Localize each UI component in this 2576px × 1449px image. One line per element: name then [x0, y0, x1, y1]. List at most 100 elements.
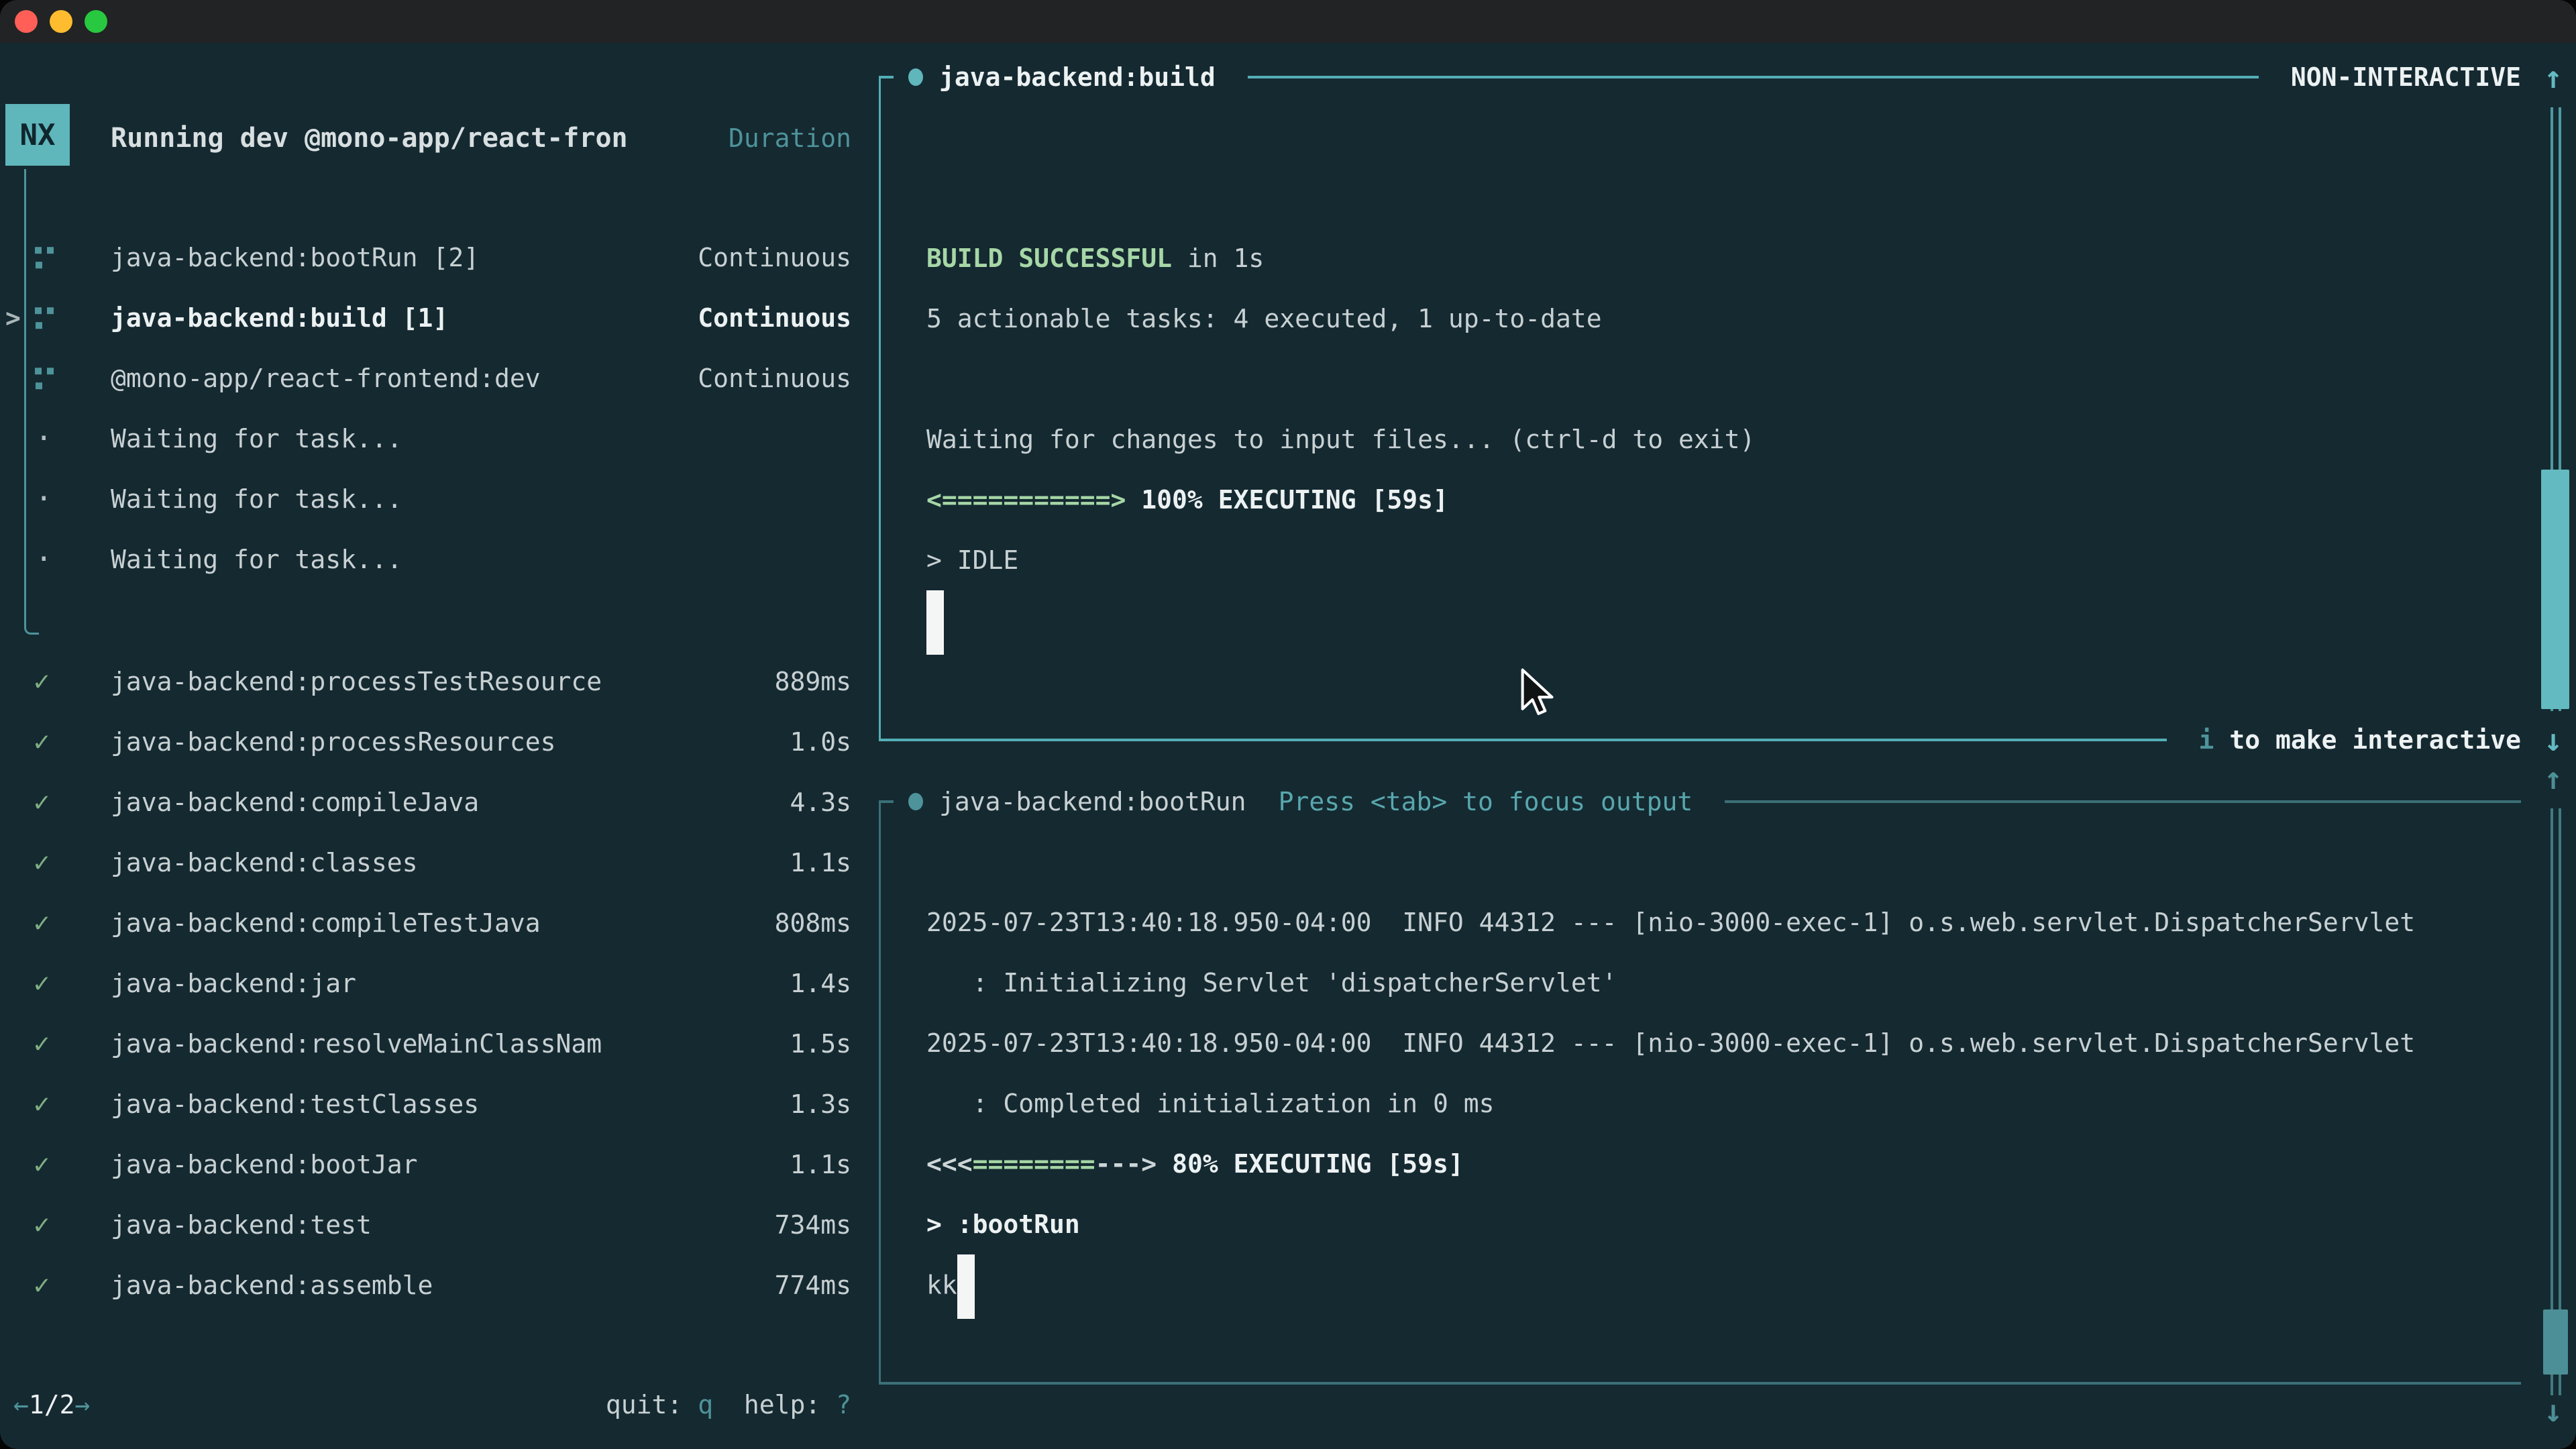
checkmark-icon: ✓ — [34, 666, 50, 697]
task-name: java-backend:classes — [111, 848, 790, 877]
log-line: : Completed initialization in 0 ms — [926, 1073, 2508, 1134]
build-pane-bottom-border: i to make interactive — [879, 724, 2521, 756]
build-result-line: BUILD SUCCESSFUL in 1s — [926, 228, 2508, 288]
running-task-row[interactable]: > java-backend:bootRun [2] Continuous — [0, 227, 872, 288]
sidebar-footer: ← 1/2 → quit: q help: ? — [0, 1375, 872, 1435]
scroll-down-icon[interactable]: ↓ — [2533, 1381, 2573, 1441]
window-titlebar[interactable] — [0, 0, 2576, 43]
running-task-row[interactable]: > java-backend:build [1] Continuous — [0, 288, 872, 348]
task-duration: 1.1s — [790, 1150, 851, 1179]
bootrun-pane-bottom-border — [879, 1367, 2521, 1399]
completed-task-row[interactable]: ✓ java-backend:classes 1.1s — [0, 833, 872, 893]
close-button[interactable] — [15, 10, 38, 33]
scroll-up-icon[interactable]: ↑ — [2533, 748, 2573, 808]
completed-task-row[interactable]: ✓ java-backend:compileTestJava 808ms — [0, 893, 872, 953]
completed-task-row[interactable]: ✓ java-backend:jar 1.4s — [0, 953, 872, 1014]
stdin-input-text: kk — [926, 1271, 957, 1300]
task-duration: Continuous — [698, 364, 851, 393]
blank-line — [926, 349, 2508, 409]
progress-bar-text: <===========> — [926, 485, 1126, 515]
duration-column-label: Duration — [729, 123, 851, 153]
checkmark-icon: ✓ — [34, 908, 50, 938]
minimize-button[interactable] — [50, 10, 72, 33]
progress-status-text: 80% EXECUTING [59s] — [1157, 1149, 1464, 1179]
page-next-icon[interactable]: → — [75, 1390, 91, 1419]
bootrun-pane-scrollbar-track[interactable] — [2551, 808, 2561, 1395]
waiting-dot-icon: · — [35, 425, 55, 451]
task-duration: 1.1s — [790, 848, 851, 877]
interactive-hint-key: i — [2199, 725, 2214, 755]
task-duration: 4.3s — [790, 788, 851, 817]
build-successful-text: BUILD SUCCESSFUL — [926, 244, 1172, 273]
checkmark-icon: ✓ — [34, 847, 50, 878]
progress-head-text: <<< — [926, 1149, 973, 1179]
task-duration: 889ms — [775, 667, 851, 696]
build-time-text: in 1s — [1172, 244, 1264, 273]
log-line: 2025-07-23T13:40:18.950-04:00 INFO 44312… — [926, 892, 2508, 953]
run-command-title: Running dev @mono-app/react-fron — [111, 123, 729, 154]
running-task-row[interactable]: > @mono-app/react-frontend:dev Continuou… — [0, 348, 872, 409]
checkmark-icon: ✓ — [34, 1028, 50, 1059]
spinner-icon — [35, 244, 55, 270]
completed-task-row[interactable]: ✓ java-backend:bootJar 1.1s — [0, 1134, 872, 1195]
task-status-dot-icon — [908, 793, 923, 810]
running-task-row[interactable]: > · Waiting for task... — [0, 409, 872, 469]
completed-task-row[interactable]: ✓ java-backend:test 734ms — [0, 1195, 872, 1255]
spinner-icon — [35, 364, 55, 391]
running-task-row[interactable]: > · Waiting for task... — [0, 469, 872, 529]
waiting-for-changes-line: Waiting for changes to input files... (c… — [926, 409, 2508, 470]
task-name: java-backend:test — [111, 1210, 775, 1240]
terminal-window: NX Running dev @mono-app/react-fron Dura… — [0, 0, 2576, 1449]
bootrun-pane-output: 2025-07-23T13:40:18.950-04:00 INFO 44312… — [926, 892, 2508, 1315]
checkmark-icon: ✓ — [34, 727, 50, 757]
checkmark-icon: ✓ — [34, 1210, 50, 1240]
bootrun-pane-scrollbar-thumb[interactable] — [2543, 1309, 2568, 1375]
completed-task-list: ✓ java-backend:processTestResource 889ms… — [0, 651, 872, 1316]
bootrun-output-pane[interactable]: java-backend:bootRun Press <tab> to focu… — [879, 802, 2521, 1383]
task-summary-line: 5 actionable tasks: 4 executed, 1 up-to-… — [926, 288, 2508, 349]
stdin-input-line: kk — [926, 1254, 2508, 1315]
checkmark-icon: ✓ — [34, 968, 50, 999]
checkmark-icon: ✓ — [34, 1270, 50, 1301]
spinner-icon — [35, 304, 55, 331]
task-name: java-backend:compileTestJava — [111, 908, 775, 938]
completed-task-row[interactable]: ✓ java-backend:compileJava 4.3s — [0, 772, 872, 833]
task-name: java-backend:assemble — [111, 1271, 775, 1300]
completed-task-row[interactable]: ✓ java-backend:assemble 774ms — [0, 1255, 872, 1316]
page-prev-icon[interactable]: ← — [13, 1390, 29, 1419]
progress-fill-text: ======== — [973, 1149, 1095, 1179]
running-task-list: > java-backend:bootRun [2] Continuous > … — [0, 227, 872, 590]
scroll-up-icon[interactable]: ↑ — [2533, 47, 2573, 107]
completed-task-row[interactable]: ✓ java-backend:resolveMainClassNam 1.5s — [0, 1014, 872, 1074]
task-name: java-backend:build [1] — [111, 303, 698, 333]
running-task-row[interactable]: > · Waiting for task... — [0, 529, 872, 590]
log-line: : Initializing Servlet 'dispatcherServle… — [926, 953, 2508, 1013]
gradle-progress-line: <<<========---> 80% EXECUTING [59s] — [926, 1134, 2508, 1194]
page-indicator: 1/2 — [29, 1390, 75, 1419]
checkmark-icon: ✓ — [34, 1089, 50, 1120]
log-line: 2025-07-23T13:40:18.950-04:00 INFO 44312… — [926, 1013, 2508, 1073]
task-name: java-backend:jar — [111, 969, 790, 998]
completed-task-row[interactable]: ✓ java-backend:processTestResource 889ms — [0, 651, 872, 712]
task-status-dot-icon — [908, 68, 923, 86]
build-pane-scrollbar-thumb[interactable] — [2541, 470, 2569, 709]
help-hint-label: help: — [713, 1390, 836, 1419]
task-duration: 808ms — [775, 908, 851, 938]
checkmark-icon: ✓ — [34, 787, 50, 818]
task-name: @mono-app/react-frontend:dev — [111, 364, 698, 393]
selected-chevron-icon: > — [5, 303, 21, 333]
zoom-button[interactable] — [85, 10, 107, 33]
task-duration: 1.5s — [790, 1029, 851, 1059]
completed-task-row[interactable]: ✓ java-backend:testClasses 1.3s — [0, 1074, 872, 1134]
cursor-line — [926, 590, 2508, 651]
help-hint-key: ? — [836, 1390, 851, 1419]
completed-task-row[interactable]: ✓ java-backend:processResources 1.0s — [0, 712, 872, 772]
build-output-pane[interactable]: java-backend:build NON-INTERACTIVE BUILD… — [879, 77, 2521, 740]
bootrun-pane-top-border: java-backend:bootRun Press <tab> to focu… — [879, 786, 2521, 818]
task-duration: 1.0s — [790, 727, 851, 757]
task-name: Waiting for task... — [111, 424, 851, 453]
quit-hint-label: quit: — [606, 1390, 698, 1419]
task-name: Waiting for task... — [111, 545, 851, 574]
task-duration: 1.3s — [790, 1089, 851, 1119]
task-name: java-backend:compileJava — [111, 788, 790, 817]
